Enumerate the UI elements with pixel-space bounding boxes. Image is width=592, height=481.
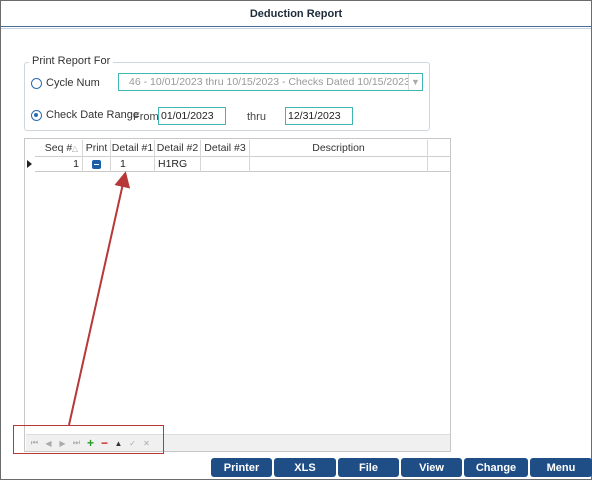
chevron-down-icon[interactable]: ▼ bbox=[408, 74, 422, 90]
cell-print[interactable] bbox=[83, 157, 111, 172]
window-title: Deduction Report bbox=[1, 1, 591, 29]
file-button[interactable]: File bbox=[338, 458, 399, 477]
cell-detail-2[interactable]: H1RG bbox=[155, 157, 201, 172]
check-date-range-option[interactable]: Check Date Range bbox=[31, 109, 139, 121]
cell-detail-1[interactable]: 1 bbox=[111, 157, 155, 172]
cycle-num-option[interactable]: Cycle Num bbox=[31, 77, 100, 89]
action-button-bar: Printer XLS File View Change Menu bbox=[211, 458, 592, 477]
check-date-range-radio[interactable] bbox=[31, 109, 42, 121]
cell-seq[interactable]: 1 bbox=[35, 157, 83, 172]
annotation-highlight-box bbox=[13, 425, 164, 454]
cell-detail-3[interactable] bbox=[201, 157, 250, 172]
print-report-for-legend: Print Report For bbox=[29, 55, 114, 67]
thru-date-field[interactable]: 12/31/2023 bbox=[285, 107, 353, 125]
deduction-grid: Seq # △ Print Detail #1 Detail #2 Detail… bbox=[24, 138, 451, 452]
column-print[interactable]: Print bbox=[83, 140, 111, 157]
menu-button[interactable]: Menu bbox=[530, 458, 592, 477]
cycle-num-radio[interactable] bbox=[31, 77, 42, 89]
table-row[interactable]: 1 1 H1RG bbox=[35, 157, 451, 172]
column-detail-2[interactable]: Detail #2 bbox=[155, 140, 201, 157]
column-seq-label: Seq # bbox=[44, 142, 73, 154]
xls-button[interactable]: XLS bbox=[274, 458, 336, 477]
thru-label: thru bbox=[247, 111, 266, 123]
cycle-num-dropdown[interactable]: 46 - 10/01/2023 thru 10/15/2023 - Checks… bbox=[118, 73, 423, 91]
cycle-num-label: Cycle Num bbox=[46, 77, 100, 89]
printer-button[interactable]: Printer bbox=[211, 458, 272, 477]
column-seq[interactable]: Seq # △ bbox=[35, 140, 83, 157]
check-date-range-label: Check Date Range bbox=[46, 109, 139, 121]
print-toggle-icon[interactable] bbox=[92, 160, 101, 169]
deduction-report-window: Deduction Report Print Report For Cycle … bbox=[0, 0, 592, 480]
grid-header: Seq # △ Print Detail #1 Detail #2 Detail… bbox=[35, 140, 451, 157]
sort-arrow-icon: △ bbox=[71, 144, 78, 153]
cycle-num-value: 46 - 10/01/2023 thru 10/15/2023 - Checks… bbox=[129, 76, 408, 88]
cell-description[interactable] bbox=[250, 157, 428, 172]
column-description[interactable]: Description bbox=[250, 140, 428, 157]
from-label: From bbox=[133, 111, 159, 123]
view-button[interactable]: View bbox=[401, 458, 462, 477]
current-row-indicator-icon bbox=[27, 160, 32, 168]
column-detail-3[interactable]: Detail #3 bbox=[201, 140, 250, 157]
change-button[interactable]: Change bbox=[464, 458, 528, 477]
from-date-field[interactable]: 01/01/2023 bbox=[158, 107, 226, 125]
column-detail-1[interactable]: Detail #1 bbox=[111, 140, 155, 157]
